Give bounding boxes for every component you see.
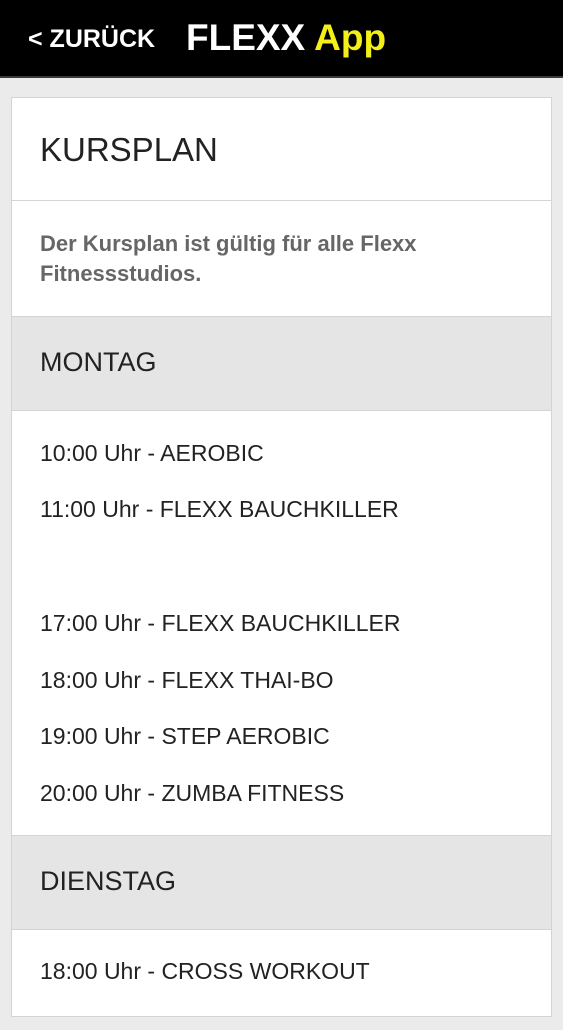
class-item: 20:00 Uhr - ZUMBA FITNESS: [40, 780, 345, 806]
app-brand-name: FLEXX: [186, 17, 306, 58]
schedule-note: Der Kursplan ist gültig für alle Flexx F…: [40, 231, 417, 286]
page-title-section: KURSPLAN: [12, 98, 551, 201]
app-title: FLEXX App: [186, 17, 386, 59]
class-item: 18:00 Uhr - CROSS WORKOUT: [40, 958, 370, 984]
schedule-note-section: Der Kursplan ist gültig für alle Flexx F…: [12, 201, 551, 317]
top-bar: < ZURÜCK FLEXX App: [0, 0, 563, 78]
class-item: 10:00 Uhr - AEROBIC: [40, 440, 264, 466]
app-brand-suffix: App: [314, 17, 387, 58]
class-item: 18:00 Uhr - FLEXX THAI-BO: [40, 667, 334, 693]
class-list-dienstag: 18:00 Uhr - CROSS WORKOUT: [12, 930, 551, 1030]
class-item: 11:00 Uhr - FLEXX BAUCHKILLER: [40, 496, 399, 522]
back-button[interactable]: < ZURÜCK: [28, 24, 155, 54]
class-list-montag: 10:00 Uhr - AEROBIC 11:00 Uhr - FLEXX BA…: [12, 411, 551, 836]
day-name: DIENSTAG: [40, 866, 177, 896]
schedule-card: KURSPLAN Der Kursplan ist gültig für all…: [11, 97, 552, 1017]
day-name: MONTAG: [40, 347, 157, 377]
day-header-dienstag: DIENSTAG: [12, 836, 551, 930]
class-item: 17:00 Uhr - FLEXX BAUCHKILLER: [40, 610, 401, 636]
day-header-montag: MONTAG: [12, 317, 551, 411]
class-item: 19:00 Uhr - STEP AEROBIC: [40, 723, 330, 749]
page-title: KURSPLAN: [40, 131, 218, 168]
